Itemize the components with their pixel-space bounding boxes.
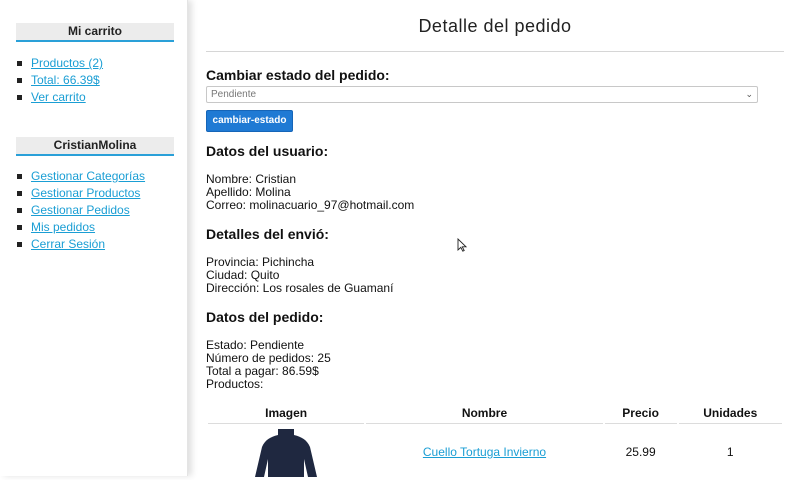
menu-item-products: Gestionar Productos xyxy=(16,185,145,202)
header-name: Nombre xyxy=(366,403,603,424)
table-header-row: Imagen Nombre Precio Unidades xyxy=(208,403,782,424)
product-units: 1 xyxy=(726,445,734,459)
cart-total-link[interactable]: Total: 66.39$ xyxy=(31,73,100,87)
my-orders-link[interactable]: Mis pedidos xyxy=(31,220,95,234)
status-select-value: Pendiente xyxy=(211,89,257,100)
title-divider xyxy=(206,51,784,52)
cart-box-title: Mi carrito xyxy=(16,23,174,42)
main-content: Detalle del pedido Cambiar estado del pe… xyxy=(206,0,784,477)
user-email: Correo: molinacuario_97@hotmail.com xyxy=(206,198,415,212)
shipping-address: Dirección: Los rosales de Guamaní xyxy=(206,281,394,295)
chevron-down-icon: ⌄ xyxy=(745,89,753,99)
status-select[interactable]: Pendiente ⌄ xyxy=(206,86,758,103)
page-title: Detalle del pedido xyxy=(418,16,572,36)
shipping-block: Provincia: Pichincha Ciudad: Quito Direc… xyxy=(206,256,393,295)
manage-products-link[interactable]: Gestionar Productos xyxy=(31,186,140,200)
table-row: Cuello Tortuga Invierno 25.99 1 xyxy=(208,424,782,480)
header-image: Imagen xyxy=(208,403,365,424)
change-status-heading: Cambiar estado del pedido: xyxy=(206,67,390,83)
products-table: Imagen Nombre Precio Unidades Cuello Tor… xyxy=(206,403,784,480)
product-image-cell xyxy=(208,424,364,480)
order-data-block: Estado: Pendiente Número de pedidos: 25 … xyxy=(206,339,331,391)
shipping-heading: Detalles del envió: xyxy=(206,226,329,242)
product-image xyxy=(255,429,318,477)
manage-orders-link[interactable]: Gestionar Pedidos xyxy=(31,203,130,217)
user-menu: Gestionar Categorías Gestionar Productos… xyxy=(16,168,145,253)
cart-products-link[interactable]: Productos (2) xyxy=(31,56,103,70)
cart-item-products: Productos (2) xyxy=(16,55,103,72)
product-name-cell: Cuello Tortuga Invierno xyxy=(366,424,602,480)
header-price: Precio xyxy=(604,403,677,424)
manage-categories-link[interactable]: Gestionar Categorías xyxy=(31,169,145,183)
user-box-title: CristianMolina xyxy=(16,137,174,156)
product-price: 25.99 xyxy=(625,445,656,459)
menu-item-orders: Gestionar Pedidos xyxy=(16,202,145,219)
menu-item-categories: Gestionar Categorías xyxy=(16,168,145,185)
sidebar: Mi carrito Productos (2) Total: 66.39$ V… xyxy=(0,0,188,476)
change-status-button[interactable]: cambiar-estado xyxy=(206,110,293,132)
view-cart-link[interactable]: Ver carrito xyxy=(31,90,86,104)
order-data-heading: Datos del pedido: xyxy=(206,309,324,325)
product-name-link[interactable]: Cuello Tortuga Invierno xyxy=(423,445,546,459)
user-data-block: Nombre: Cristian Apellido: Molina Correo… xyxy=(206,173,414,212)
menu-item-logout: Cerrar Sesión xyxy=(16,236,145,253)
header-units: Unidades xyxy=(678,403,782,424)
logout-link[interactable]: Cerrar Sesión xyxy=(31,237,105,251)
menu-item-my-orders: Mis pedidos xyxy=(16,219,145,236)
order-products-label: Productos: xyxy=(206,377,264,391)
cart-list: Productos (2) Total: 66.39$ Ver carrito xyxy=(16,55,103,106)
cart-item-view: Ver carrito xyxy=(16,89,103,106)
cart-item-total: Total: 66.39$ xyxy=(16,72,103,89)
mouse-pointer-icon xyxy=(457,238,467,252)
user-data-heading: Datos del usuario: xyxy=(206,143,329,159)
